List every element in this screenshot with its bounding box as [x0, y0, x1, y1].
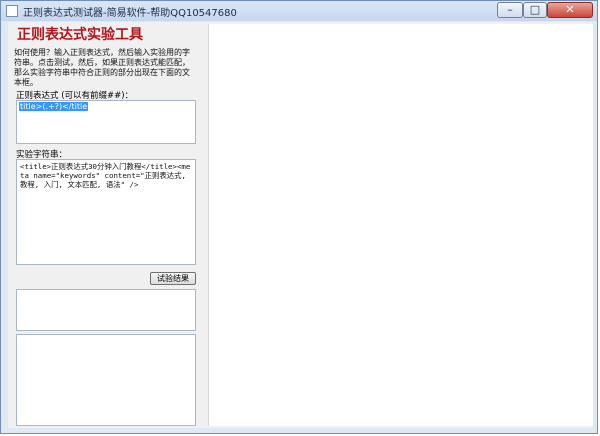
minimize-button[interactable]: –: [497, 2, 523, 18]
title-bar[interactable]: 正则表达式测试器-简易软件-帮助QQ10547680 – □ ✕: [1, 1, 597, 21]
group-output-box[interactable]: [16, 334, 196, 426]
window-title: 正则表达式测试器-简易软件-帮助QQ10547680: [23, 8, 237, 19]
test-button[interactable]: 试验结果: [150, 272, 196, 285]
panel-title: 正则表达式实验工具: [17, 27, 143, 43]
maximize-button[interactable]: □: [523, 2, 547, 18]
regex-input[interactable]: title>(.+?)</title: [16, 100, 196, 144]
sample-value: <title>正则表达式30分钟入门教程</title><meta name="…: [20, 162, 191, 189]
close-button[interactable]: ✕: [547, 2, 593, 18]
app-icon[interactable]: [6, 5, 18, 17]
match-output-box[interactable]: [16, 289, 196, 331]
result-pane[interactable]: [208, 24, 593, 426]
sample-input[interactable]: <title>正则表达式30分钟入门教程</title><meta name="…: [16, 159, 196, 265]
instructions-text: 如何使用？输入正则表达式，然后输入实验用的字符串。点击测试，然后，如果正则表达式…: [14, 48, 190, 87]
app-window: 正则表达式测试器-简易软件-帮助QQ10547680 – □ ✕ 正则表达式实验…: [0, 0, 598, 434]
regex-value: title>(.+?)</title: [19, 102, 89, 111]
client-area: 正则表达式实验工具 如何使用？输入正则表达式，然后输入实验用的字符串。点击测试，…: [8, 22, 593, 428]
